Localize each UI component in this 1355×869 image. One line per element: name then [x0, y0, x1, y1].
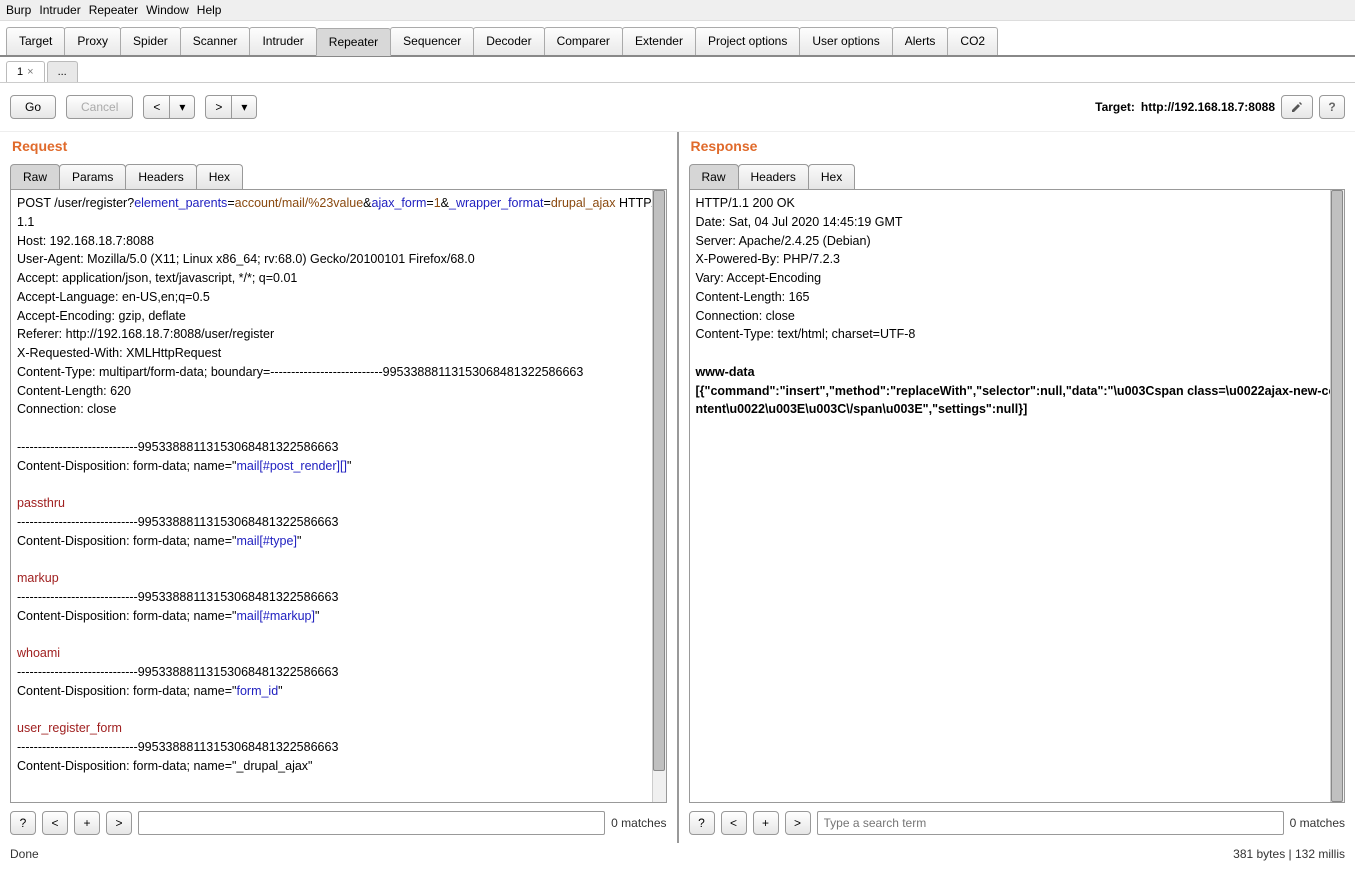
target-value: http://192.168.18.7:8088 [1141, 100, 1275, 114]
tab-extender[interactable]: Extender [622, 27, 696, 55]
tab-spider[interactable]: Spider [120, 27, 181, 55]
menu-intruder[interactable]: Intruder [39, 3, 80, 17]
history-back-button[interactable]: < [143, 95, 169, 119]
response-tab-headers[interactable]: Headers [738, 164, 809, 189]
tab-scanner[interactable]: Scanner [180, 27, 251, 55]
history-forward-menu[interactable]: ▾ [231, 95, 257, 119]
tab-user-options[interactable]: User options [799, 27, 892, 55]
close-icon[interactable]: × [27, 66, 33, 78]
response-title: Response [691, 138, 1344, 154]
help-button[interactable]: ? [1319, 95, 1345, 119]
response-search-help[interactable]: ? [689, 811, 715, 835]
response-pane: Response Raw Headers Hex HTTP/1.1 200 OK… [677, 132, 1355, 843]
history-forward-group: > ▾ [205, 95, 257, 119]
request-tab-raw[interactable]: Raw [10, 164, 60, 189]
response-msg-tabs: Raw Headers Hex [689, 164, 1346, 189]
menu-window[interactable]: Window [146, 3, 189, 17]
history-back-group: < ▾ [143, 95, 195, 119]
tab-co2[interactable]: CO2 [947, 27, 998, 55]
repeater-tab-label: 1 [17, 66, 23, 78]
target-label: Target: [1095, 100, 1135, 114]
repeater-tab-add[interactable]: ... [47, 61, 78, 82]
response-search-row: ? < + > 0 matches [689, 803, 1346, 843]
request-search-input[interactable] [138, 811, 605, 835]
repeater-subtabs: 1 × ... [0, 57, 1355, 83]
request-editor[interactable]: POST /user/register?element_parents=acco… [10, 189, 667, 803]
request-search-next[interactable]: > [106, 811, 132, 835]
response-search-input[interactable] [817, 811, 1284, 835]
request-pane: Request Raw Params Headers Hex POST /use… [0, 132, 677, 843]
tab-intruder[interactable]: Intruder [249, 27, 316, 55]
tab-project-options[interactable]: Project options [695, 27, 800, 55]
request-tab-params[interactable]: Params [59, 164, 126, 189]
action-row: Go Cancel < ▾ > ▾ Target: http://192.168… [0, 83, 1355, 132]
menu-burp[interactable]: Burp [6, 3, 31, 17]
scrollbar[interactable] [1330, 190, 1344, 802]
tab-target[interactable]: Target [6, 27, 65, 55]
request-msg-tabs: Raw Params Headers Hex [10, 164, 667, 189]
tab-decoder[interactable]: Decoder [473, 27, 544, 55]
request-search-help[interactable]: ? [10, 811, 36, 835]
response-tab-hex[interactable]: Hex [808, 164, 855, 189]
scrollbar[interactable] [652, 190, 666, 802]
request-tab-headers[interactable]: Headers [125, 164, 196, 189]
response-search-add[interactable]: + [753, 811, 779, 835]
tab-sequencer[interactable]: Sequencer [390, 27, 474, 55]
request-search-prev[interactable]: < [42, 811, 68, 835]
request-search-add[interactable]: + [74, 811, 100, 835]
cancel-button[interactable]: Cancel [66, 95, 133, 119]
status-left: Done [10, 847, 39, 861]
go-button[interactable]: Go [10, 95, 56, 119]
status-right: 381 bytes | 132 millis [1233, 847, 1345, 861]
request-matches: 0 matches [611, 816, 666, 830]
main-tabs: Target Proxy Spider Scanner Intruder Rep… [0, 21, 1355, 57]
tab-alerts[interactable]: Alerts [892, 27, 949, 55]
tab-comparer[interactable]: Comparer [544, 27, 623, 55]
response-search-next[interactable]: > [785, 811, 811, 835]
edit-target-button[interactable] [1281, 95, 1313, 119]
response-editor[interactable]: HTTP/1.1 200 OKDate: Sat, 04 Jul 2020 14… [689, 189, 1346, 803]
history-forward-button[interactable]: > [205, 95, 231, 119]
response-search-prev[interactable]: < [721, 811, 747, 835]
history-back-menu[interactable]: ▾ [169, 95, 195, 119]
pencil-icon [1290, 100, 1304, 114]
question-icon: ? [1328, 100, 1335, 114]
repeater-tab-1[interactable]: 1 × [6, 61, 45, 82]
tab-repeater[interactable]: Repeater [316, 28, 391, 56]
menu-repeater[interactable]: Repeater [89, 3, 138, 17]
menu-help[interactable]: Help [197, 3, 222, 17]
question-icon: ? [20, 816, 27, 830]
request-search-row: ? < + > 0 matches [10, 803, 667, 843]
question-icon: ? [698, 816, 705, 830]
request-tab-hex[interactable]: Hex [196, 164, 243, 189]
response-tab-raw[interactable]: Raw [689, 164, 739, 189]
status-bar: Done 381 bytes | 132 millis [0, 843, 1355, 869]
response-matches: 0 matches [1290, 816, 1345, 830]
request-title: Request [12, 138, 665, 154]
menubar: Burp Intruder Repeater Window Help [0, 0, 1355, 21]
tab-proxy[interactable]: Proxy [64, 27, 121, 55]
